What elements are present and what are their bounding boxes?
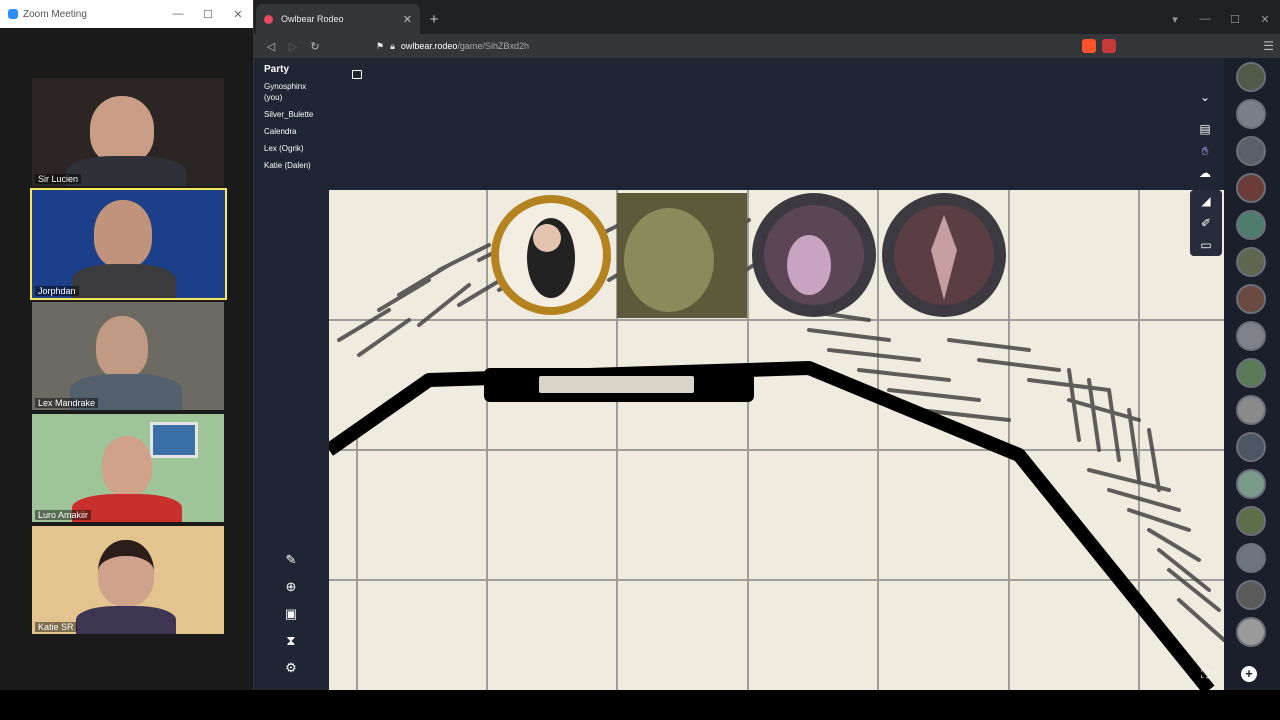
token-thumbnail[interactable] [1236, 210, 1266, 240]
new-tab-icon[interactable]: + [420, 4, 448, 34]
wall-picture [150, 422, 198, 458]
token-thumbnail[interactable] [1236, 469, 1266, 499]
party-member: Katie (Dalen) [264, 161, 311, 170]
participant-name: Jorphdan [35, 286, 79, 296]
video-tile-sir-lucien[interactable]: Sir Lucien [32, 78, 224, 186]
add-token-icon[interactable]: + [1241, 666, 1257, 682]
owlbear-favicon-icon [264, 14, 273, 24]
tab-close-icon[interactable]: ✕ [403, 13, 412, 26]
draw-tools-panel: ◢ ✐ ▭ [1190, 190, 1222, 256]
tab-title: Owlbear Rodeo [281, 14, 344, 24]
token-thumbnail[interactable] [1236, 617, 1266, 647]
participant-face [102, 436, 152, 496]
token-rail: + [1224, 58, 1280, 690]
video-tile-lex-mandrake[interactable]: Lex Mandrake [32, 302, 224, 410]
token-thumbnail[interactable] [1236, 358, 1266, 388]
zoom-logo-icon [8, 9, 18, 19]
pencil-icon[interactable]: ✎ [282, 550, 300, 570]
token-thumbnail[interactable] [1236, 506, 1266, 536]
tab-bar: Owlbear Rodeo ✕ + ▾ — ☐ ✕ [254, 0, 1280, 34]
gear-icon[interactable]: ⚙ [282, 658, 300, 678]
url-path: /game/SihZBxd2h [457, 41, 529, 51]
battle-map[interactable] [329, 190, 1224, 690]
browser-menu-icon[interactable]: ☰ [1263, 39, 1274, 53]
party-title: Party [264, 64, 290, 75]
video-tile-katie-sr[interactable]: Katie SR [32, 526, 224, 634]
party-member: Silver_Bulette [264, 110, 314, 119]
navigation-bar: ◁ ▷ ↻ ⚑ 🔒︎ owlbear.rodeo /game/SihZBxd2h… [254, 34, 1280, 58]
participant-body [72, 264, 176, 298]
owlbear-app: Party Gynosphinx (you) Silver_Bulette Ca… [254, 58, 1280, 690]
tab-search-icon[interactable]: ▾ [1160, 4, 1190, 34]
fullscreen-icon[interactable]: ⛶ [1196, 666, 1214, 684]
hand-icon[interactable]: ✋︎ [1194, 142, 1216, 160]
token-thumbnail[interactable] [1236, 580, 1266, 610]
token-thumbnail[interactable] [1236, 62, 1266, 92]
token-thumbnail[interactable] [1236, 321, 1266, 351]
chevron-down-icon[interactable]: ⌄ [1194, 88, 1216, 106]
participant-face [96, 316, 148, 378]
address-bar[interactable]: ⚑ 🔒︎ owlbear.rodeo /game/SihZBxd2h [376, 37, 1076, 55]
party-expand-icon[interactable] [352, 70, 362, 79]
party-member: Calendra [264, 127, 297, 136]
video-tile-luro-amakiir[interactable]: Luro Amakiir [32, 414, 224, 522]
participant-body [66, 156, 186, 186]
participant-name: Lex Mandrake [35, 398, 99, 408]
brave-shield-icon[interactable] [1082, 39, 1096, 53]
token-thumbnail[interactable] [1236, 284, 1266, 314]
party-panel: Party Gynosphinx (you) Silver_Bulette Ca… [264, 64, 362, 177]
zoom-titlebar: Zoom Meeting — ☐ ✕ [0, 0, 253, 28]
dagger-token[interactable] [882, 193, 1006, 317]
maximize-icon[interactable]: ☐ [193, 8, 223, 21]
pen-icon[interactable]: ✐ [1195, 214, 1217, 232]
radio-icon[interactable]: ▣ [282, 604, 300, 624]
close-icon[interactable]: ✕ [1250, 4, 1280, 34]
participant-face [90, 96, 154, 164]
add-person-icon[interactable]: ⊕ [282, 577, 300, 597]
ruler-icon[interactable]: ◢ [1195, 192, 1217, 210]
token-thumbnail[interactable] [1236, 99, 1266, 129]
maximize-icon[interactable]: ☐ [1220, 4, 1250, 34]
timer-icon[interactable]: ⧗ [282, 631, 300, 651]
image-icon[interactable]: ▤ [1194, 120, 1216, 138]
lock-icon: 🔒︎ [390, 40, 395, 51]
right-toolbar: ⌄ ▤ ✋︎ ☁ ∕ [1190, 88, 1220, 204]
token-thumbnail[interactable] [1236, 395, 1266, 425]
browser-window: Owlbear Rodeo ✕ + ▾ — ☐ ✕ ◁ ▷ ↻ ⚑ 🔒︎ owl… [254, 0, 1280, 690]
zoom-window: Zoom Meeting — ☐ ✕ Sir Lucien Jorphdan L… [0, 0, 254, 690]
brave-rewards-icon[interactable] [1102, 39, 1116, 53]
fog-icon[interactable]: ☁ [1194, 164, 1216, 182]
tab-owlbear-rodeo[interactable]: Owlbear Rodeo ✕ [256, 4, 420, 34]
zoom-window-title: Zoom Meeting [23, 8, 87, 20]
reload-icon[interactable]: ↻ [304, 40, 326, 53]
party-member: Gynosphinx (you) [264, 82, 307, 102]
forward-icon[interactable]: ▷ [282, 40, 304, 53]
lute-token[interactable] [752, 193, 876, 317]
participant-name: Katie SR [35, 622, 77, 632]
bookmark-icon[interactable]: ⚑ [376, 41, 384, 52]
minimize-icon[interactable]: — [1190, 4, 1220, 34]
participant-name: Luro Amakiir [35, 510, 92, 520]
token-thumbnail[interactable] [1236, 247, 1266, 277]
token-thumbnail[interactable] [1236, 173, 1266, 203]
participant-face [94, 200, 152, 268]
participant-face [98, 540, 154, 606]
creature-token[interactable] [617, 193, 747, 318]
participant-body [76, 606, 176, 634]
video-tile-jorphdan[interactable]: Jorphdan [30, 188, 227, 300]
minimize-icon[interactable]: — [163, 8, 193, 20]
taskbar [0, 690, 1280, 720]
party-member: Lex (Ogrik) [264, 144, 304, 153]
left-toolbar: ✎ ⊕ ▣ ⧗ ⚙ [282, 550, 300, 678]
character-token[interactable] [491, 193, 613, 317]
token-thumbnail[interactable] [1236, 432, 1266, 462]
participant-name: Sir Lucien [35, 174, 82, 184]
token-thumbnail[interactable] [1236, 136, 1266, 166]
token-thumbnail[interactable] [1236, 543, 1266, 573]
close-icon[interactable]: ✕ [223, 8, 253, 21]
back-icon[interactable]: ◁ [260, 40, 282, 53]
note-icon[interactable]: ▭ [1195, 236, 1217, 254]
url-host: owlbear.rodeo [400, 41, 458, 51]
